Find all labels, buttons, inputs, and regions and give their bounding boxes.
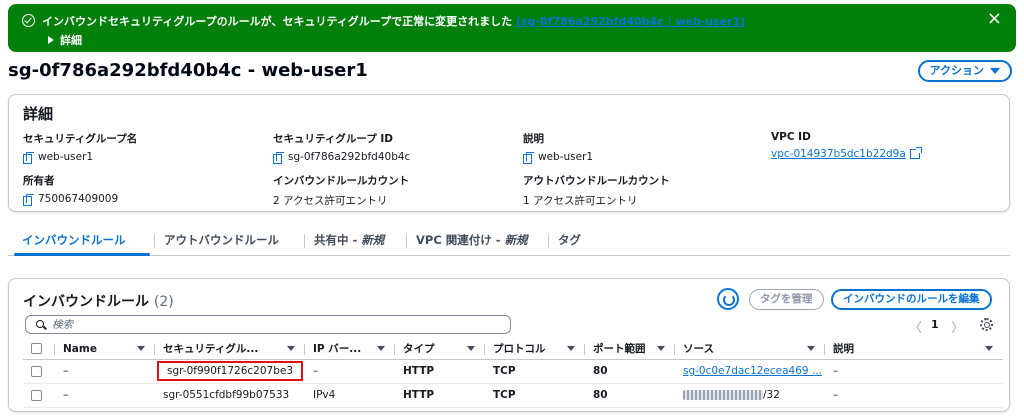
search-input[interactable]	[52, 317, 492, 332]
cell-description: –	[825, 359, 1003, 384]
sort-icon	[985, 346, 993, 351]
caret-right-icon	[48, 36, 54, 44]
field-description: 説明 web-user1	[523, 133, 594, 164]
current-page[interactable]: 1	[931, 318, 939, 331]
field-owner: 所有者 750067409009	[23, 175, 119, 206]
cell-port: 80	[585, 359, 675, 384]
details-panel: 詳細 セキュリティグループ名 web-user1 セキュリティグループ ID s…	[8, 94, 1010, 212]
sort-icon	[137, 346, 145, 351]
redacted-ip	[683, 390, 763, 400]
vpc-id-link[interactable]: vpc-014937b5dc1b22d9a	[771, 148, 906, 160]
cell-ip-version: –	[305, 359, 395, 384]
sort-icon	[807, 346, 815, 351]
tab-inbound-rules[interactable]: インバウンドルール	[22, 232, 126, 248]
table-row[interactable]: – sgr-0551cfdbf99b07533 IPv4 HTTP TCP 80…	[23, 383, 1003, 408]
copy-icon[interactable]	[23, 194, 34, 206]
table-row[interactable]: – sgr-0f990f1726c207be3 – HTTP TCP 80 sg…	[23, 359, 1003, 384]
gear-icon[interactable]	[980, 318, 993, 331]
cell-name: –	[55, 383, 155, 408]
select-all-checkbox[interactable]	[31, 343, 42, 355]
refresh-icon[interactable]	[717, 288, 739, 310]
search-box	[25, 315, 511, 334]
col-type[interactable]: タイプ	[395, 339, 485, 360]
cell-type: HTTP	[395, 359, 485, 384]
sort-icon	[287, 346, 295, 351]
inbound-rules-panel: インバウンドルール (2) タグを管理 インバウンドのルールを編集 〈 1 〉 …	[8, 278, 1010, 412]
cell-name: –	[55, 359, 155, 384]
sort-icon	[377, 346, 385, 351]
tab-bar: インバウンドルール アウトバウンドルール 共有中 - 新規 VPC 関連付け -…	[8, 226, 1010, 256]
tab-outbound-rules[interactable]: アウトバウンドルール	[164, 232, 279, 248]
active-tab-indicator	[14, 253, 150, 256]
tab-divider	[548, 234, 549, 248]
edit-inbound-rules-button[interactable]: インバウンドのルールを編集	[831, 289, 992, 310]
col-port-range[interactable]: ポート範囲	[585, 339, 675, 360]
caret-down-icon	[990, 68, 1000, 74]
pagination: 〈 1 〉	[907, 317, 967, 336]
search-icon	[36, 320, 44, 328]
cell-rule-id: sgr-0551cfdbf99b07533	[155, 383, 305, 408]
tab-divider	[154, 234, 155, 248]
highlighted-rule-id: sgr-0f990f1726c207be3	[157, 361, 304, 381]
tab-divider	[304, 234, 305, 248]
tab-divider	[406, 234, 407, 248]
row-checkbox[interactable]	[31, 365, 42, 377]
next-page-icon[interactable]: 〉	[951, 317, 964, 336]
flash-message: インバウンドセキュリティグループのルールが、セキュリティグループで正常に変更され…	[42, 15, 746, 28]
success-flash-banner: インバウンドセキュリティグループのルールが、セキュリティグループで正常に変更され…	[8, 4, 1016, 52]
col-description[interactable]: 説明	[825, 339, 1003, 360]
sort-icon	[567, 346, 575, 351]
copy-icon[interactable]	[23, 152, 34, 164]
field-outbound-count: アウトバウンドルールカウント 1 アクセス許可エントリ	[523, 175, 670, 207]
cell-protocol: TCP	[485, 383, 585, 408]
external-link-icon	[909, 147, 922, 159]
inbound-rules-table: Name セキュリティグル... IP バー... タイプ プロトコル ポート範…	[23, 339, 1003, 408]
cell-source: /32	[675, 383, 825, 408]
manage-tags-button[interactable]: タグを管理	[749, 289, 824, 310]
flash-details-toggle[interactable]: 詳細	[48, 32, 82, 48]
field-sg-id: セキュリティグループ ID sg-0f786a292bfd40b4c	[273, 133, 411, 164]
tab-tags[interactable]: タグ	[558, 232, 581, 248]
sort-icon	[467, 346, 475, 351]
field-sg-name: セキュリティグループ名 web-user1	[23, 133, 138, 164]
field-inbound-count: インバウンドルールカウント 2 アクセス許可エントリ	[273, 175, 410, 207]
select-all-header	[23, 339, 55, 360]
col-name[interactable]: Name	[55, 339, 155, 360]
copy-icon[interactable]	[523, 152, 534, 164]
col-protocol[interactable]: プロトコル	[485, 339, 585, 360]
col-ip-version[interactable]: IP バー...	[305, 339, 395, 360]
prev-page-icon[interactable]: 〈	[909, 317, 922, 336]
cell-protocol: TCP	[485, 359, 585, 384]
actions-button[interactable]: アクション	[917, 60, 1012, 82]
cell-ip-version: IPv4	[305, 383, 395, 408]
check-circle-icon	[22, 14, 35, 27]
details-heading: 詳細	[23, 105, 54, 123]
cell-type: HTTP	[395, 383, 485, 408]
tab-vpc-associations[interactable]: VPC 関連付け - 新規	[416, 232, 528, 248]
tab-sharing[interactable]: 共有中 - 新規	[314, 232, 384, 248]
field-vpc-id: VPC ID vpc-014937b5dc1b22d9a	[771, 131, 922, 160]
cell-description: –	[825, 383, 1003, 408]
col-source[interactable]: ソース	[675, 339, 825, 360]
table-header-row: Name セキュリティグル... IP バー... タイプ プロトコル ポート範…	[23, 339, 1003, 360]
flash-sg-link[interactable]: (sg-0f786a292bfd40b4c | web-user1)	[516, 15, 745, 28]
copy-icon[interactable]	[273, 152, 284, 164]
col-rule-id[interactable]: セキュリティグル...	[155, 339, 305, 360]
page-title: sg-0f786a292bfd40b4c - web-user1	[8, 60, 368, 81]
row-checkbox[interactable]	[31, 389, 42, 401]
inbound-rules-heading: インバウンドルール (2)	[23, 294, 174, 310]
close-icon[interactable]: ×	[987, 10, 1002, 28]
sort-icon	[657, 346, 665, 351]
cell-port: 80	[585, 383, 675, 408]
source-sg-link[interactable]: sg-0c0e7dac12ecea469 ...	[683, 365, 822, 377]
